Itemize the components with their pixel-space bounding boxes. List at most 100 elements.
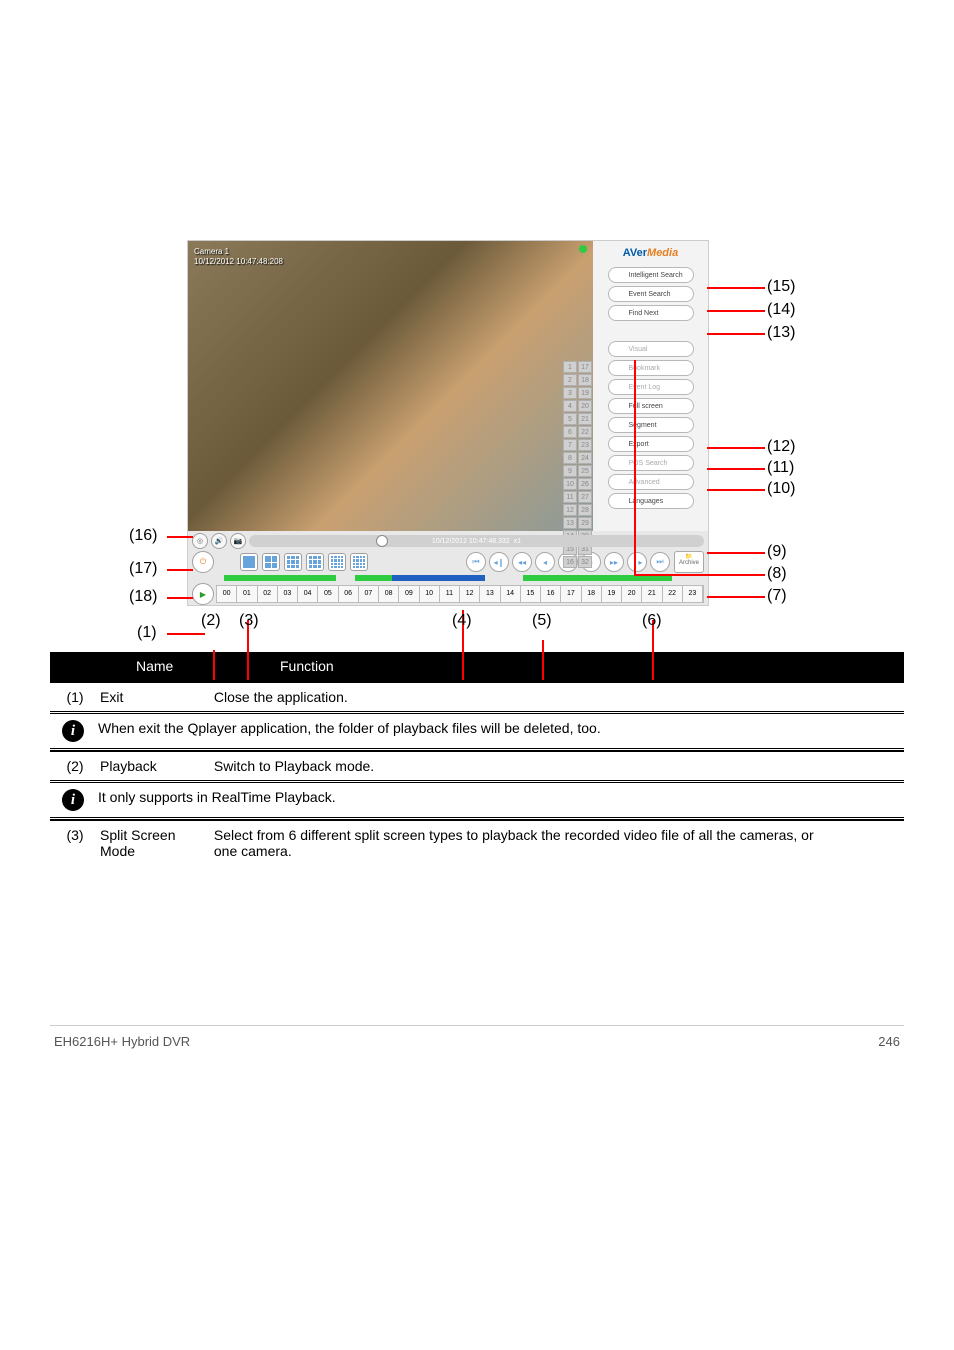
begin-button[interactable]: ⏮ [466, 552, 486, 572]
snapshot-icon[interactable]: 📷 [230, 533, 246, 549]
camera-cell[interactable]: 4 [563, 400, 577, 412]
rewind-button[interactable]: ◂◂ [512, 552, 532, 572]
hour-cell[interactable]: 05 [318, 586, 338, 602]
dewarp-icon[interactable]: ◎ [192, 533, 208, 549]
step-back-button[interactable]: ◂❙ [489, 552, 509, 572]
camera-cell[interactable]: 13 [563, 517, 577, 529]
camera-cell[interactable]: 11 [563, 491, 577, 503]
playback-mode-button[interactable]: ▶ [192, 583, 214, 605]
camera-cell[interactable]: 25 [578, 465, 592, 477]
hour-cell[interactable]: 08 [379, 586, 399, 602]
audio-toggle-icon[interactable]: 🔊 [211, 533, 227, 549]
camera-cell[interactable]: 17 [578, 361, 592, 373]
scrub-handle[interactable] [376, 535, 388, 547]
marker-11: (11) [767, 459, 794, 477]
camera-cell[interactable]: 21 [578, 413, 592, 425]
marker-3: (3) [239, 612, 259, 630]
hour-cell[interactable]: 06 [339, 586, 359, 602]
layout-1-button[interactable] [240, 553, 258, 571]
hour-cell[interactable]: 16 [541, 586, 561, 602]
fast-forward-button[interactable]: ▸▸ [604, 552, 624, 572]
camera-cell[interactable]: 5 [563, 413, 577, 425]
exit-button[interactable]: ⏻ [192, 551, 214, 573]
pos-search-button[interactable]: POS Search [608, 455, 694, 471]
hour-cell[interactable]: 12 [460, 586, 480, 602]
hour-cell[interactable]: 20 [622, 586, 642, 602]
hour-cell[interactable]: 19 [602, 586, 622, 602]
row1-note: When exit the Qplayer application, the f… [98, 720, 601, 742]
camera-cell[interactable]: 27 [578, 491, 592, 503]
languages-button[interactable]: Languages [608, 493, 694, 509]
row1-num: (1) [50, 689, 100, 705]
hour-cell[interactable]: 03 [278, 586, 298, 602]
hour-cell[interactable]: 18 [582, 586, 602, 602]
hour-cell[interactable]: 17 [561, 586, 581, 602]
camera-cell[interactable]: 20 [578, 400, 592, 412]
find-next-button[interactable]: Find Next [608, 305, 694, 321]
hour-cell[interactable]: 23 [683, 586, 703, 602]
hour-cell[interactable]: 11 [440, 586, 460, 602]
camera-cell[interactable]: 23 [578, 439, 592, 451]
camera-cell[interactable]: 3 [563, 387, 577, 399]
hour-cell[interactable]: 00 [217, 586, 237, 602]
layout-8-button[interactable] [284, 553, 302, 571]
camera-cell[interactable]: 22 [578, 426, 592, 438]
event-search-button[interactable]: Event Search [608, 286, 694, 302]
hour-cell[interactable]: 09 [399, 586, 419, 602]
camera-cell[interactable]: 32 [578, 556, 592, 568]
table-header-row: Name Function [50, 652, 904, 682]
step-forward-button[interactable]: ❙▸ [627, 552, 647, 572]
marker-4: (4) [452, 612, 472, 630]
bookmark-button[interactable]: Bookmark [608, 360, 694, 376]
camera-cell[interactable]: 16 [563, 556, 577, 568]
camera-cell[interactable]: 6 [563, 426, 577, 438]
export-button[interactable]: Export [608, 436, 694, 452]
full-screen-button[interactable]: Full screen [608, 398, 694, 414]
hour-cell[interactable]: 21 [642, 586, 662, 602]
archive-button[interactable]: 📁Archive [674, 551, 704, 573]
segment-button[interactable]: Segment [608, 417, 694, 433]
marker-12: (12) [767, 438, 795, 456]
visual-button[interactable]: Visual [608, 341, 694, 357]
position-text: 10/12/2012 10:47:48.332 [432, 538, 510, 545]
hour-cell[interactable]: 13 [480, 586, 500, 602]
marker-10: (10) [767, 480, 795, 498]
camera-cell[interactable]: 8 [563, 452, 577, 464]
end-button[interactable]: ⏭ [650, 552, 670, 572]
row2-name: Playback [100, 758, 210, 774]
hour-ruler[interactable]: 0001020304050607080910111213141516171819… [216, 585, 704, 603]
overlay-timestamp: 10/12/2012 10:47:48:208 [194, 257, 283, 267]
row3-func: Select from 6 different split screen typ… [214, 827, 814, 859]
camera-cell[interactable]: 10 [563, 478, 577, 490]
hour-cell[interactable]: 02 [258, 586, 278, 602]
camera-cell[interactable]: 29 [578, 517, 592, 529]
camera-cell[interactable]: 24 [578, 452, 592, 464]
row2-note: It only supports in RealTime Playback. [98, 789, 336, 811]
play-reverse-button[interactable]: ◂ [535, 552, 555, 572]
hour-cell[interactable]: 04 [298, 586, 318, 602]
camera-cell[interactable]: 7 [563, 439, 577, 451]
hour-cell[interactable]: 07 [359, 586, 379, 602]
advanced-button[interactable]: Advanced [608, 474, 694, 490]
layout-13-button[interactable] [328, 553, 346, 571]
camera-cell[interactable]: 26 [578, 478, 592, 490]
camera-cell[interactable]: 12 [563, 504, 577, 516]
hour-cell[interactable]: 10 [420, 586, 440, 602]
hour-cell[interactable]: 01 [237, 586, 257, 602]
intelligent-search-button[interactable]: Intelligent Search [608, 267, 694, 283]
hour-cell[interactable]: 14 [501, 586, 521, 602]
marker-2: (2) [201, 612, 221, 630]
camera-cell[interactable]: 18 [578, 374, 592, 386]
layout-9-button[interactable] [306, 553, 324, 571]
hour-cell[interactable]: 15 [521, 586, 541, 602]
camera-cell[interactable]: 28 [578, 504, 592, 516]
marker-6: (6) [642, 612, 662, 630]
camera-cell[interactable]: 1 [563, 361, 577, 373]
camera-cell[interactable]: 19 [578, 387, 592, 399]
layout-4-button[interactable] [262, 553, 280, 571]
hour-cell[interactable]: 22 [663, 586, 683, 602]
event-log-button[interactable]: Event Log [608, 379, 694, 395]
camera-cell[interactable]: 2 [563, 374, 577, 386]
camera-cell[interactable]: 9 [563, 465, 577, 477]
layout-16-button[interactable] [350, 553, 368, 571]
